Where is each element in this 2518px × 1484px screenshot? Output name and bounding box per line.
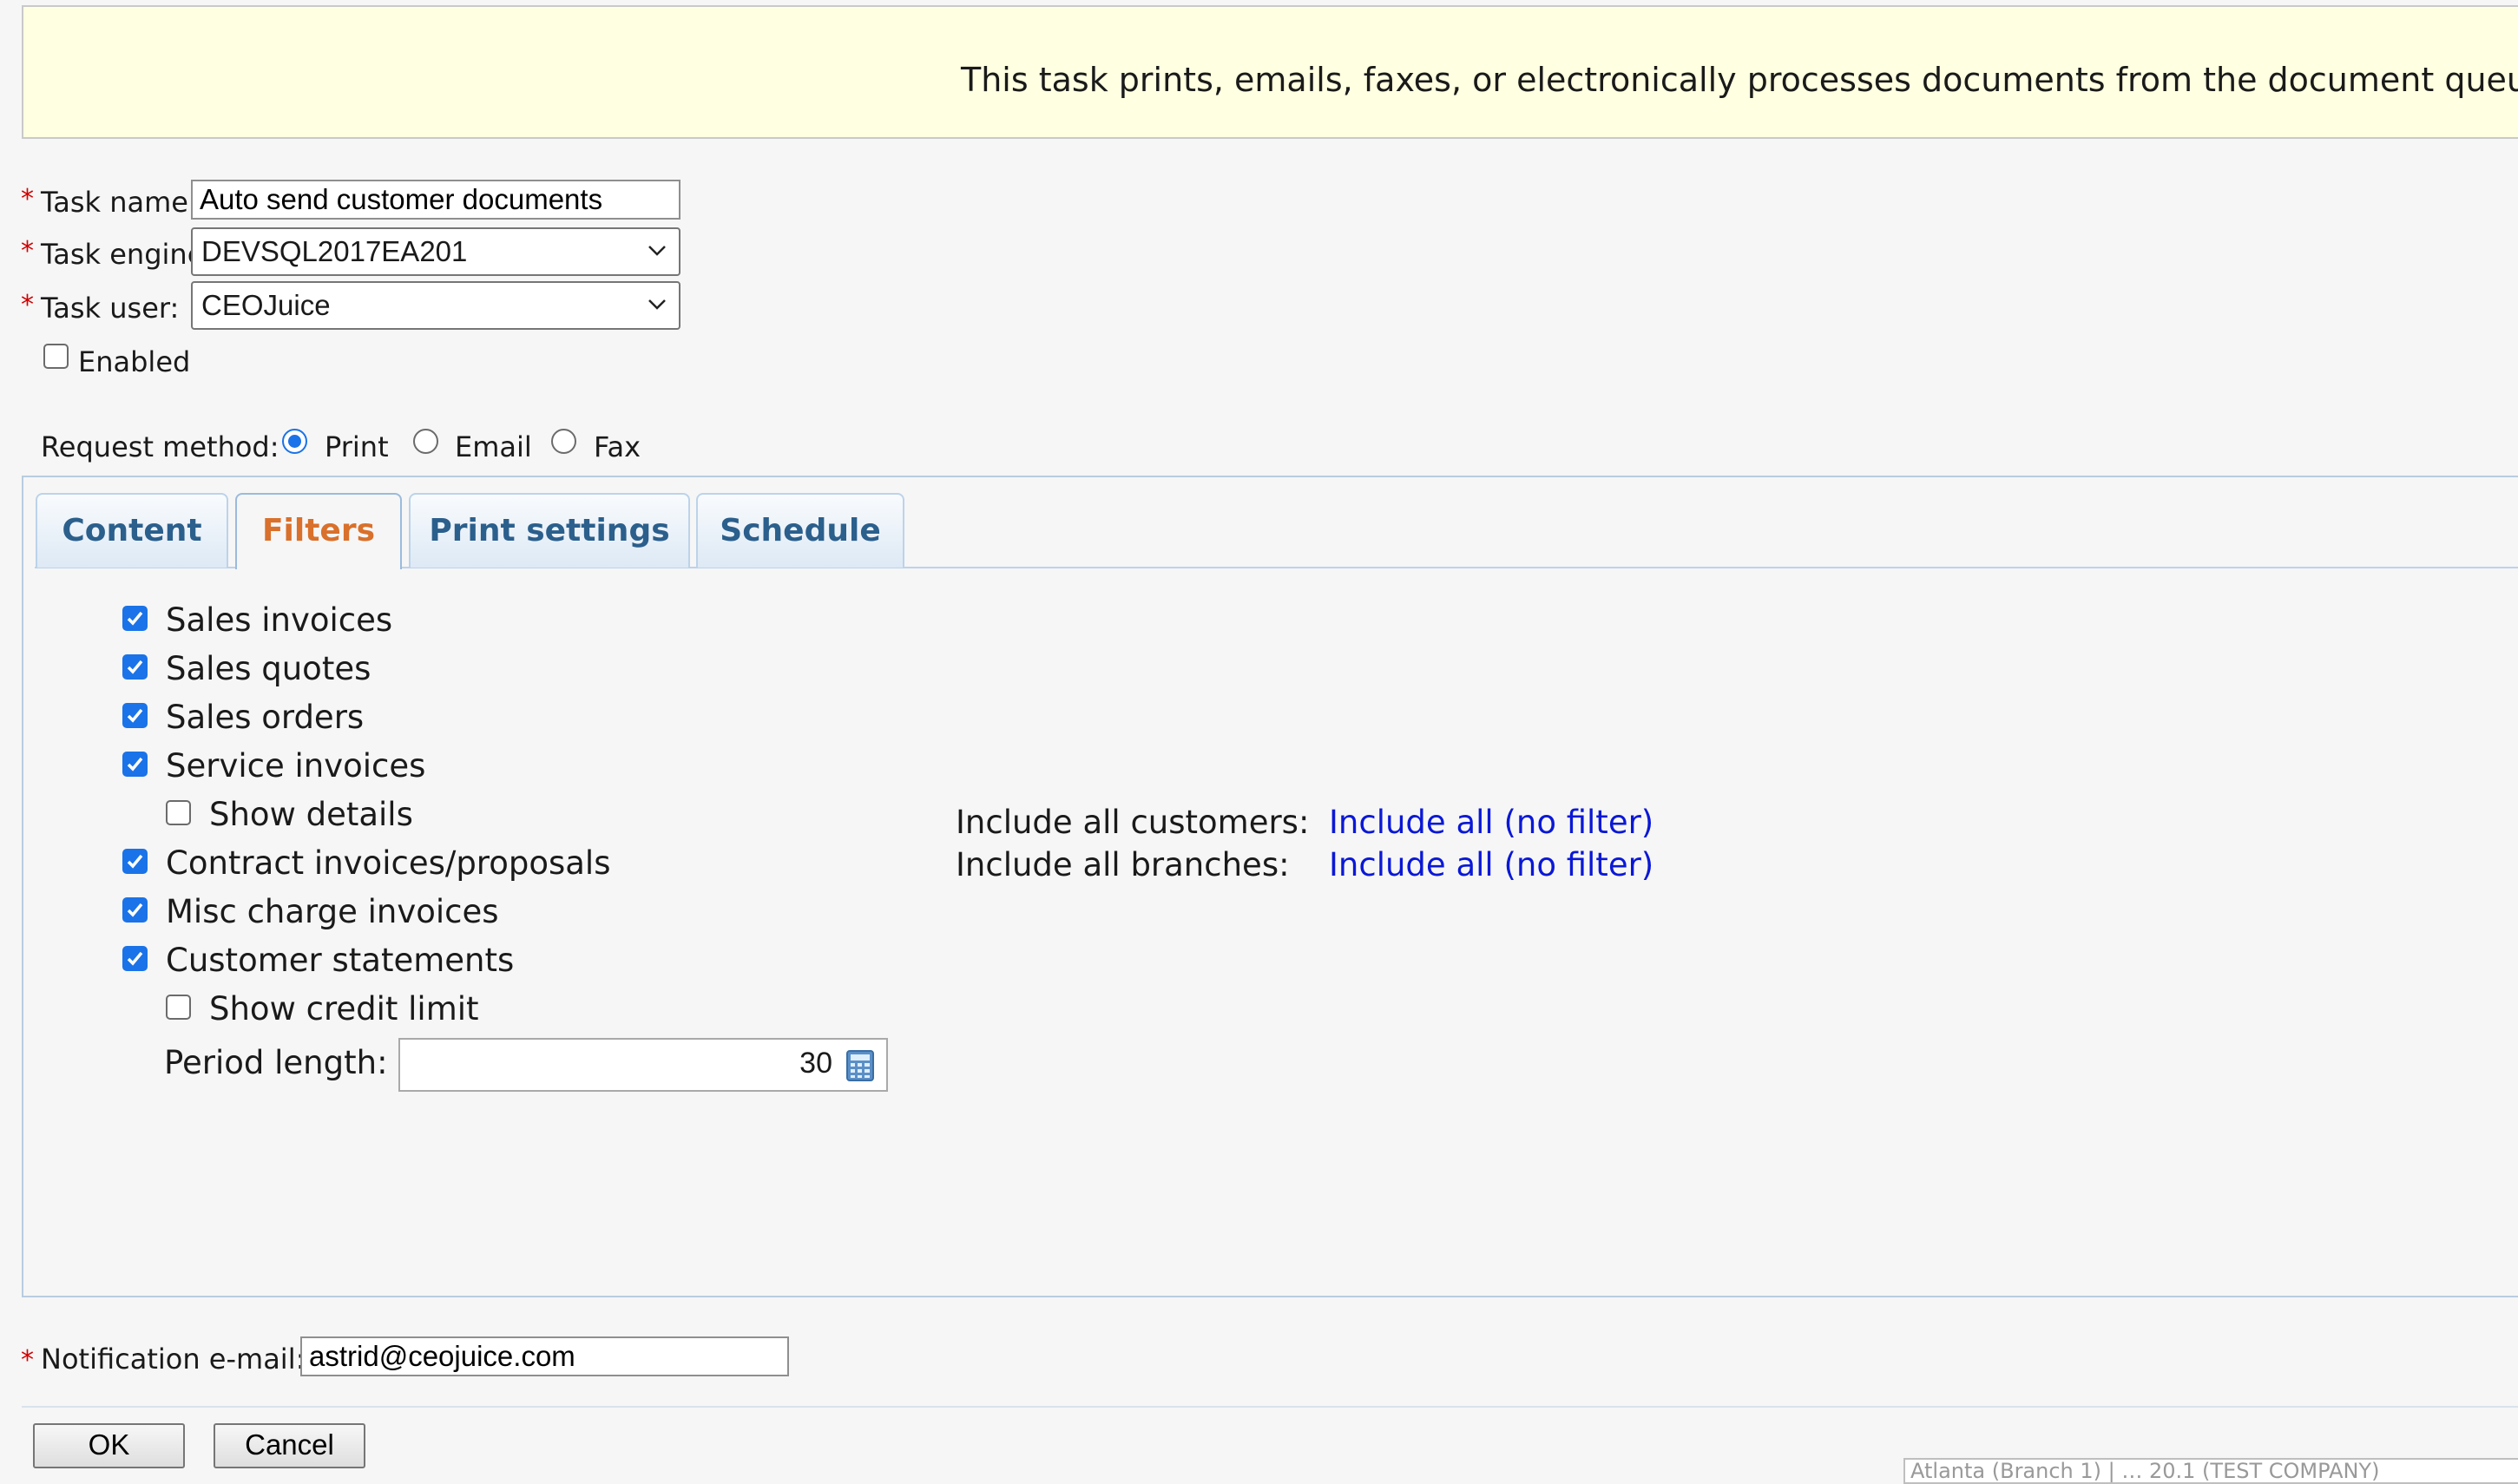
sales-orders-checkbox[interactable] bbox=[122, 703, 148, 728]
period-length-value: 30 bbox=[799, 1047, 832, 1080]
check-icon bbox=[127, 611, 143, 626]
show-details-label: Show details bbox=[209, 796, 413, 833]
print-label: Print bbox=[325, 430, 389, 463]
tab-filters[interactable]: Filters bbox=[235, 493, 402, 569]
sales-invoices-label: Sales invoices bbox=[166, 601, 393, 639]
check-icon bbox=[127, 903, 143, 917]
check-icon bbox=[127, 660, 143, 674]
divider bbox=[22, 1406, 2518, 1408]
check-icon bbox=[127, 854, 143, 869]
tab-schedule[interactable]: Schedule bbox=[696, 493, 904, 568]
fax-label: Fax bbox=[594, 430, 641, 463]
misc-charge-invoices-checkbox[interactable] bbox=[122, 897, 148, 923]
required-mark: * bbox=[21, 236, 34, 266]
contract-invoices-checkbox[interactable] bbox=[122, 849, 148, 874]
service-invoices-checkbox[interactable] bbox=[122, 752, 148, 777]
required-mark: * bbox=[21, 184, 34, 214]
include-customers-link[interactable]: Include all (no filter) bbox=[1329, 804, 1653, 841]
tab-divider bbox=[35, 567, 2518, 568]
fax-radio[interactable] bbox=[551, 429, 576, 454]
enabled-label: Enabled bbox=[78, 345, 191, 378]
request-method-label: Request method: bbox=[41, 430, 279, 463]
period-length-input[interactable]: 30 bbox=[398, 1038, 888, 1092]
notification-email-input[interactable] bbox=[300, 1336, 789, 1376]
tab-print-settings[interactable]: Print settings bbox=[409, 493, 690, 568]
calculator-icon[interactable] bbox=[846, 1050, 874, 1081]
check-icon bbox=[127, 757, 143, 772]
sales-orders-label: Sales orders bbox=[166, 699, 365, 736]
include-branches-link[interactable]: Include all (no filter) bbox=[1329, 846, 1653, 883]
service-invoices-label: Service invoices bbox=[166, 747, 426, 785]
enabled-checkbox[interactable] bbox=[43, 344, 69, 369]
task-user-value: CEOJuice bbox=[201, 289, 331, 321]
task-user-label: Task user: bbox=[41, 292, 180, 325]
period-length-label: Period length: bbox=[164, 1044, 388, 1081]
ok-button[interactable]: OK bbox=[33, 1423, 185, 1468]
print-radio[interactable] bbox=[282, 429, 307, 454]
include-customers-label: Include all customers: bbox=[956, 804, 1310, 841]
notification-email-label: Notification e-mail: bbox=[41, 1343, 306, 1376]
chevron-down-icon bbox=[648, 246, 666, 256]
show-credit-limit-checkbox[interactable] bbox=[166, 995, 191, 1020]
tab-content[interactable]: Content bbox=[36, 493, 228, 568]
check-icon bbox=[127, 951, 143, 966]
customer-statements-checkbox[interactable] bbox=[122, 946, 148, 971]
banner-text: This task prints, emails, faxes, or elec… bbox=[961, 61, 2518, 99]
contract-invoices-label: Contract invoices/proposals bbox=[166, 844, 611, 882]
show-credit-limit-label: Show credit limit bbox=[209, 990, 479, 1028]
email-label: Email bbox=[455, 430, 532, 463]
tab-panel bbox=[22, 476, 2518, 1297]
task-user-select[interactable]: CEOJuice bbox=[191, 281, 680, 330]
customer-statements-label: Customer statements bbox=[166, 942, 515, 979]
task-name-label: Task name: bbox=[41, 186, 198, 219]
task-engine-select[interactable]: DEVSQL2017EA201 bbox=[191, 227, 680, 276]
email-radio[interactable] bbox=[413, 429, 438, 454]
check-icon bbox=[127, 708, 143, 723]
required-mark: * bbox=[21, 1345, 34, 1376]
include-branches-label: Include all branches: bbox=[956, 846, 1290, 883]
show-details-checkbox[interactable] bbox=[166, 800, 191, 825]
task-engine-label: Task engine: bbox=[41, 238, 214, 271]
cancel-button[interactable]: Cancel bbox=[214, 1423, 365, 1468]
chevron-down-icon bbox=[648, 299, 666, 310]
misc-charge-invoices-label: Misc charge invoices bbox=[166, 893, 499, 930]
info-banner: This task prints, emails, faxes, or elec… bbox=[22, 5, 2518, 139]
required-mark: * bbox=[21, 290, 34, 320]
task-engine-value: DEVSQL2017EA201 bbox=[201, 235, 468, 267]
task-name-input[interactable] bbox=[191, 180, 680, 220]
sales-invoices-checkbox[interactable] bbox=[122, 606, 148, 631]
sales-quotes-checkbox[interactable] bbox=[122, 654, 148, 680]
sales-quotes-label: Sales quotes bbox=[166, 650, 371, 687]
status-bar: Atlanta (Branch 1) | … 20.1 (TEST COMPAN… bbox=[1903, 1458, 2518, 1484]
